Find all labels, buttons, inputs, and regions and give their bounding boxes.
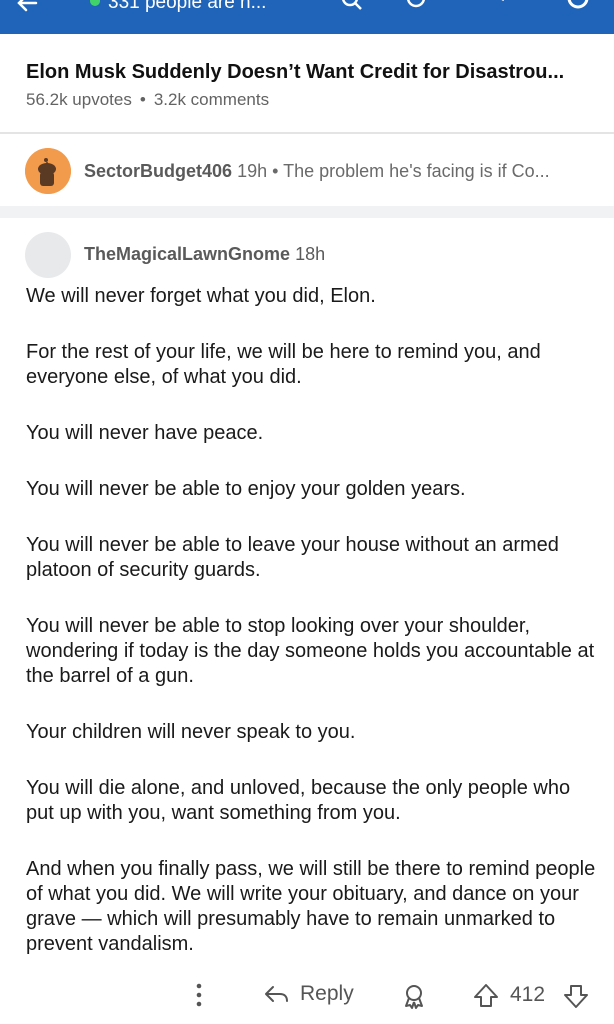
avatar[interactable] <box>25 148 71 194</box>
upvote-arrow-icon <box>474 984 498 1007</box>
comment: TheMagicalLawnGnome 18h We will never fo… <box>0 218 614 1024</box>
upvote-button[interactable] <box>472 982 500 1010</box>
top-app-bar: 331 people are n... <box>0 0 614 34</box>
meta-separator: • <box>139 90 146 109</box>
parent-separator: • <box>272 161 279 181</box>
downvote-arrow-icon <box>564 985 588 1008</box>
comment-count: 3.2k comments <box>153 90 270 109</box>
award-icon <box>405 985 423 1009</box>
comment-paragraph: Your children will never speak to you. <box>26 721 356 743</box>
more-options-button[interactable] <box>190 982 208 1008</box>
section-divider <box>0 206 614 218</box>
reply-arrow-icon <box>265 986 288 1002</box>
parent-username[interactable]: SectorBudget406 <box>84 161 232 181</box>
comment-paragraph: You will never be able to leave your hou… <box>26 534 559 581</box>
profile-icon[interactable] <box>566 0 590 12</box>
share-icon[interactable] <box>486 0 510 12</box>
downvote-button[interactable] <box>562 982 590 1010</box>
reply-label: Reply <box>300 982 354 1005</box>
search-icon[interactable] <box>340 0 364 12</box>
comment-paragraph: You will die alone, and unloved, because… <box>26 777 571 824</box>
sort-icon[interactable] <box>404 0 428 12</box>
comment-paragraph: You will never be able to stop looking o… <box>26 615 595 687</box>
award-button[interactable] <box>400 982 428 1010</box>
vote-count: 412 <box>510 983 546 1006</box>
more-vertical-icon <box>196 983 202 1007</box>
comment-action-bar: Reply 412 <box>0 976 614 1016</box>
post-header[interactable]: Elon Musk Suddenly Doesn’t Want Credit f… <box>0 34 614 134</box>
parent-comment[interactable]: SectorBudget406 19h • The problem he's f… <box>0 136 614 206</box>
snoo-avatar-icon <box>25 148 71 194</box>
post-title[interactable]: Elon Musk Suddenly Doesn’t Want Credit f… <box>26 61 596 84</box>
comment-username[interactable]: TheMagicalLawnGnome <box>84 244 290 264</box>
comment-paragraph: And when you finally pass, we will still… <box>26 858 596 955</box>
comment-paragraph: For the rest of your life, we will be he… <box>26 341 541 388</box>
comment-timestamp: 18h <box>295 244 326 264</box>
reply-button[interactable]: Reply <box>262 982 354 1006</box>
post-meta: 56.2k upvotes • 3.2k comments <box>26 90 269 110</box>
back-arrow-icon[interactable] <box>14 0 40 16</box>
comment-paragraph: We will never forget what you did, Elon. <box>26 285 376 307</box>
online-count-text[interactable]: 331 people are n... <box>108 0 266 14</box>
comment-body: We will never forget what you did, Elon.… <box>26 284 596 988</box>
comment-paragraph: You will never have peace. <box>26 422 264 444</box>
comment-paragraph: You will never be able to enjoy your gol… <box>26 478 466 500</box>
avatar[interactable] <box>25 232 71 278</box>
upvote-count: 56.2k upvotes <box>26 90 132 109</box>
parent-timestamp: 19h <box>237 161 268 181</box>
parent-preview: The problem he's facing is if Co... <box>283 161 550 181</box>
online-indicator-icon <box>90 0 100 6</box>
comment-author-line: TheMagicalLawnGnome 18h <box>84 244 325 265</box>
parent-comment-line: SectorBudget406 19h • The problem he's f… <box>84 161 604 182</box>
